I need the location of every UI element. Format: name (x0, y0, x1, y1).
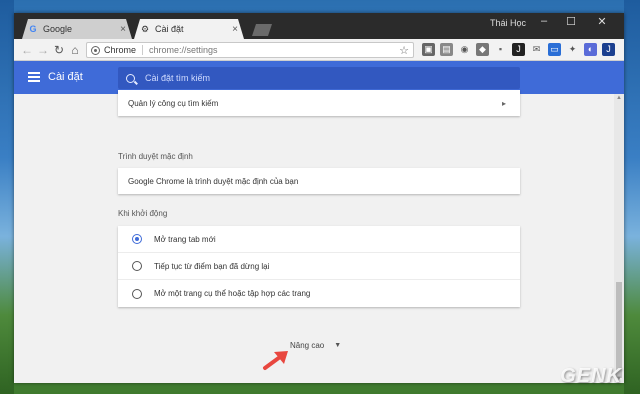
user-name[interactable]: Thái Học (490, 18, 526, 28)
maximize-icon[interactable]: ☐ (561, 15, 581, 28)
radio-button[interactable] (132, 234, 142, 244)
startup-option-label: Mở trang tab mới (154, 234, 216, 244)
extension-icon-3[interactable]: ◆ (476, 43, 489, 56)
desktop-background-right (624, 0, 640, 394)
extension-icon-2[interactable]: ▤ (440, 43, 453, 56)
chevron-right-icon: ▸ (501, 98, 506, 108)
search-input[interactable] (145, 73, 495, 83)
extension-icon-6[interactable]: ▭ (548, 43, 561, 56)
close-icon[interactable]: × (120, 24, 126, 35)
settings-search[interactable] (118, 67, 520, 89)
startup-title: Khi khởi động (118, 209, 168, 218)
default-browser-card: Google Chrome là trình duyệt mặc định củ… (118, 168, 520, 194)
tab-google[interactable]: G Google × (22, 19, 132, 39)
tab-label: Cài đặt (155, 24, 184, 34)
close-icon[interactable]: × (232, 24, 238, 35)
default-browser-text: Google Chrome là trình duyệt mặc định củ… (128, 176, 299, 186)
menu-icon[interactable] (28, 72, 40, 82)
address-bar[interactable]: Chrome chrome://settings ☆ (86, 42, 414, 58)
watermark-logo: GENK (560, 365, 622, 387)
radio-button[interactable] (132, 288, 142, 299)
google-g-icon: G (29, 24, 37, 34)
startup-option-label: Mở một trang cụ thể hoặc tập hợp các tra… (154, 289, 311, 298)
scrollbar[interactable]: ▲ ▼ (614, 94, 624, 383)
default-browser-title: Trình duyệt mặc định (118, 152, 193, 161)
startup-option-specific-pages[interactable]: Mở một trang cụ thể hoặc tập hợp các tra… (118, 280, 520, 307)
desktop-background-left (0, 0, 14, 394)
minimize-icon[interactable]: – (534, 15, 554, 27)
advanced-button[interactable]: Nâng cao ▼ (290, 341, 341, 350)
url-text[interactable]: chrome://settings (149, 45, 218, 55)
tab-label: Google (43, 24, 73, 34)
startup-option-new-tab[interactable]: Mở trang tab mới (118, 226, 520, 253)
scroll-up-icon[interactable]: ▲ (616, 95, 622, 101)
startup-option-label: Tiếp tục từ điểm bạn đã dừng lại (154, 261, 270, 271)
search-icon (126, 73, 135, 83)
toolbar: ← → ↻ ⌂ Chrome chrome://settings ☆ ▣ ▤ ◉… (14, 39, 624, 61)
home-icon[interactable]: ⌂ (68, 43, 82, 57)
tab-bar: G Google × ⚙ Cài đặt × Thái Học – ☐ ✕ (14, 13, 624, 39)
tab-settings[interactable]: ⚙ Cài đặt × (134, 19, 244, 39)
manage-search-engines-row[interactable]: Quản lý công cụ tìm kiếm ▸ (118, 90, 520, 116)
extension-icon-4[interactable]: ▪ (494, 43, 507, 56)
advanced-label: Nâng cao (290, 341, 325, 350)
search-engine-card: Quản lý công cụ tìm kiếm ▸ (118, 90, 520, 116)
forward-icon[interactable]: → (36, 43, 50, 57)
settings-content: Quản lý công cụ tìm kiếm ▸ Trình duyệt m… (14, 90, 614, 383)
mail-icon[interactable]: ✉ (530, 43, 543, 56)
startup-option-continue[interactable]: Tiếp tục từ điểm bạn đã dừng lại (118, 253, 520, 280)
new-tab-button[interactable] (252, 24, 272, 36)
chevron-down-icon: ▼ (334, 342, 342, 349)
extension-icon-1[interactable]: ▣ (422, 43, 435, 56)
extension-icon-7[interactable]: ◐ (584, 43, 597, 56)
bookmark-star-icon[interactable]: ☆ (399, 44, 409, 57)
browser-window: G Google × ⚙ Cài đặt × Thái Học – ☐ ✕ ← … (14, 13, 624, 383)
startup-card: Mở trang tab mới Tiếp tục từ điểm bạn đã… (118, 226, 520, 307)
default-browser-row: Google Chrome là trình duyệt mặc định củ… (118, 168, 520, 194)
extension-icon-8[interactable]: J (602, 43, 615, 56)
red-arrow-annotation (263, 351, 288, 370)
address-chip: Chrome (104, 45, 144, 55)
reload-icon[interactable]: ↻ (52, 43, 66, 57)
radio-button[interactable] (132, 261, 142, 271)
page-title: Cài đặt (48, 71, 83, 83)
camera-icon[interactable]: ◉ (458, 43, 471, 56)
close-window-icon[interactable]: ✕ (592, 15, 612, 28)
manage-search-engines-label: Quản lý công cụ tìm kiếm (128, 98, 219, 108)
extension-icon-5[interactable]: J (512, 43, 525, 56)
chrome-page-icon (91, 45, 100, 55)
back-icon[interactable]: ← (20, 43, 34, 57)
scrollbar-thumb[interactable] (616, 282, 622, 378)
gear-icon: ⚙ (140, 24, 150, 34)
puzzle-icon[interactable]: ✦ (566, 43, 579, 56)
